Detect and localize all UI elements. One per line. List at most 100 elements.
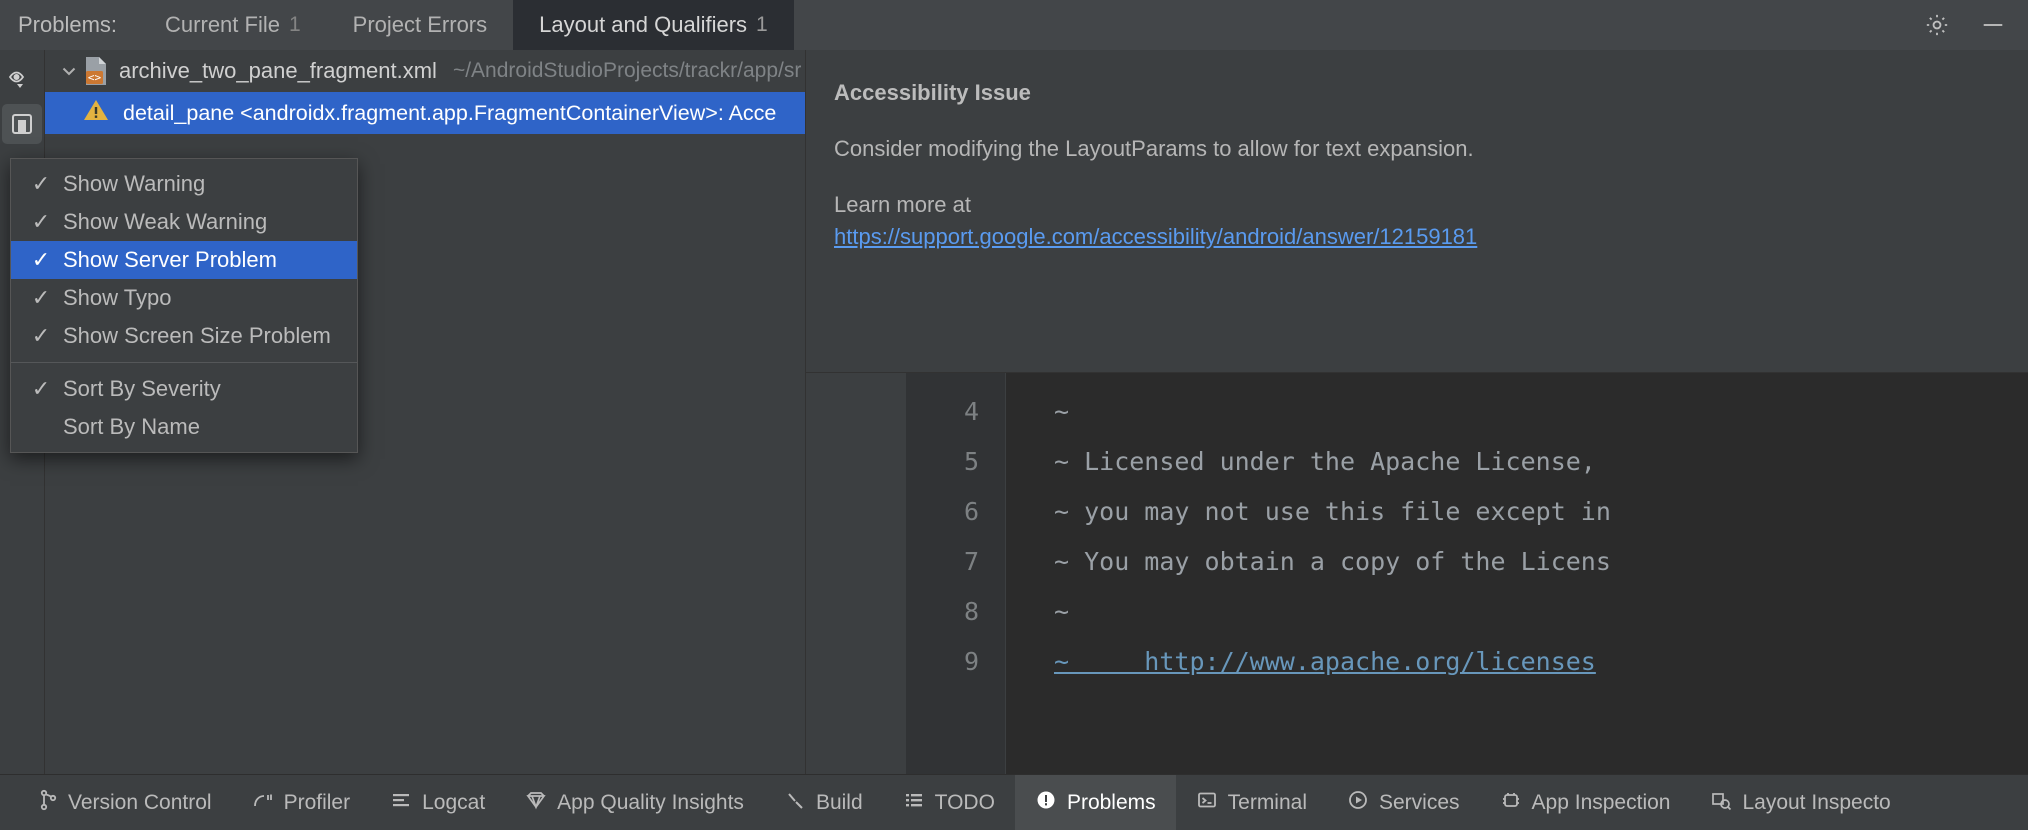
layout-inspector-icon [1710, 789, 1732, 817]
minimize-icon[interactable] [1980, 12, 2006, 38]
menu-item-label: Show Weak Warning [63, 209, 267, 235]
line-number: 9 [906, 637, 1005, 687]
code-preview[interactable]: 4 5 6 7 8 9 ~ ~ Licensed under the Apach… [806, 372, 2028, 774]
tab-bar-actions [1914, 0, 2028, 50]
filter-settings-icon[interactable] [2, 104, 42, 144]
status-item-app-quality-insights[interactable]: App Quality Insights [505, 775, 764, 830]
branch-icon [38, 789, 58, 817]
code-line-numbers: 4 5 6 7 8 9 [906, 373, 1006, 774]
tree-row-problem[interactable]: detail_pane <androidx.fragment.app.Fragm… [45, 92, 805, 134]
check-icon: ✓ [19, 376, 63, 402]
menu-item-show-warning[interactable]: ✓ Show Warning [11, 165, 357, 203]
status-item-label: Terminal [1228, 791, 1307, 815]
menu-separator [11, 362, 357, 363]
problems-body: <> archive_two_pane_fragment.xml ~/Andro… [0, 50, 2028, 774]
menu-item-label: Show Server Problem [63, 247, 277, 273]
menu-item-label: Show Typo [63, 285, 171, 311]
code-line: ~ [1054, 387, 2028, 437]
status-item-label: Build [816, 791, 863, 815]
detail-learn-more-label: Learn more at [834, 192, 2028, 218]
menu-item-label: Sort By Severity [63, 376, 221, 402]
detail-documentation-link[interactable]: https://support.google.com/accessibility… [834, 224, 1477, 249]
eye-icon[interactable] [2, 58, 42, 98]
tab-current-file-label: Current File [165, 12, 280, 38]
tab-layout-and-qualifiers-label: Layout and Qualifiers [539, 12, 747, 38]
status-item-build[interactable]: Build [764, 775, 883, 830]
check-icon: ✓ [19, 285, 63, 311]
tab-bar-spacer [794, 0, 1914, 50]
status-item-version-control[interactable]: Version Control [18, 775, 232, 830]
code-text: ~ ~ Licensed under the Apache License, ~… [1006, 373, 2028, 774]
status-item-label: Logcat [422, 791, 485, 815]
chevron-down-icon[interactable] [55, 62, 83, 80]
code-line: ~ you may not use this file except in [1054, 487, 2028, 537]
problems-tab-bar: Problems: Current File 1 Project Errors … [0, 0, 2028, 50]
status-item-label: Layout Inspecto [1742, 791, 1890, 815]
check-icon: ✓ [19, 209, 63, 235]
status-item-todo[interactable]: TODO [883, 775, 1015, 830]
logcat-icon [390, 789, 412, 817]
code-line: ~ [1054, 587, 2028, 637]
play-circle-icon [1347, 789, 1369, 817]
problem-detail-panel: Accessibility Issue Consider modifying t… [805, 50, 2028, 774]
check-icon: ✓ [19, 171, 63, 197]
status-item-services[interactable]: Services [1327, 775, 1480, 830]
status-item-problems[interactable]: Problems [1015, 775, 1176, 830]
tab-current-file-count: 1 [289, 13, 301, 37]
line-number: 8 [906, 587, 1005, 637]
filter-dropdown-menu: ✓ Show Warning ✓ Show Weak Warning ✓ Sho… [10, 158, 358, 453]
line-number: 6 [906, 487, 1005, 537]
line-number: 4 [906, 387, 1005, 437]
menu-item-label: Show Warning [63, 171, 205, 197]
tab-current-file[interactable]: Current File 1 [139, 0, 327, 50]
xml-file-icon: <> [83, 56, 109, 86]
status-item-terminal[interactable]: Terminal [1176, 775, 1327, 830]
error-circle-icon [1035, 789, 1057, 817]
status-item-label: Services [1379, 791, 1460, 815]
menu-item-sort-by-name[interactable]: Sort By Name [11, 408, 357, 446]
menu-item-show-server-problem[interactable]: ✓ Show Server Problem [11, 241, 357, 279]
status-item-label: Problems [1067, 791, 1156, 815]
problem-description: detail_pane <androidx.fragment.app.Fragm… [123, 101, 776, 126]
profiler-icon [252, 789, 274, 817]
status-item-logcat[interactable]: Logcat [370, 775, 505, 830]
menu-item-label: Sort By Name [63, 414, 200, 440]
warning-triangle-icon [83, 98, 109, 128]
diamond-icon [525, 789, 547, 817]
line-number: 7 [906, 537, 1005, 587]
status-item-layout-inspector[interactable]: Layout Inspecto [1690, 775, 1910, 830]
tab-project-errors-label: Project Errors [353, 12, 487, 38]
terminal-icon [1196, 789, 1218, 817]
status-item-profiler[interactable]: Profiler [232, 775, 371, 830]
status-item-app-inspection[interactable]: App Inspection [1480, 775, 1691, 830]
menu-item-show-screen-size-problem[interactable]: ✓ Show Screen Size Problem [11, 317, 357, 355]
menu-item-show-weak-warning[interactable]: ✓ Show Weak Warning [11, 203, 357, 241]
gear-icon[interactable] [1924, 12, 1950, 38]
list-icon [903, 789, 925, 817]
menu-item-show-typo[interactable]: ✓ Show Typo [11, 279, 357, 317]
status-item-label: App Inspection [1532, 791, 1671, 815]
detail-title: Accessibility Issue [834, 80, 2028, 106]
tab-layout-and-qualifiers[interactable]: Layout and Qualifiers 1 [513, 0, 794, 50]
status-item-label: Version Control [68, 791, 212, 815]
tree-row-file[interactable]: <> archive_two_pane_fragment.xml ~/Andro… [45, 50, 805, 92]
status-item-label: Profiler [284, 791, 351, 815]
inspection-icon [1500, 789, 1522, 817]
status-item-label: TODO [935, 791, 995, 815]
svg-text:<>: <> [88, 71, 102, 84]
check-icon: ✓ [19, 247, 63, 273]
panel-title: Problems: [0, 0, 139, 50]
code-preview-margin [806, 373, 906, 774]
code-line-link[interactable]: ~ http://www.apache.org/licenses [1054, 637, 2028, 687]
line-number: 5 [906, 437, 1005, 487]
tab-project-errors[interactable]: Project Errors [327, 0, 513, 50]
problems-tool-window: Problems: Current File 1 Project Errors … [0, 0, 2028, 830]
file-path: ~/AndroidStudioProjects/trackr/app/sr [453, 59, 801, 83]
code-line: ~ Licensed under the Apache License, [1054, 437, 2028, 487]
menu-item-label: Show Screen Size Problem [63, 323, 331, 349]
menu-item-sort-by-severity[interactable]: ✓ Sort By Severity [11, 370, 357, 408]
problem-detail-content: Accessibility Issue Consider modifying t… [806, 50, 2028, 372]
bottom-status-bar: Version Control Profiler Logcat [0, 774, 2028, 830]
tab-layout-and-qualifiers-count: 1 [756, 13, 768, 37]
check-icon: ✓ [19, 323, 63, 349]
